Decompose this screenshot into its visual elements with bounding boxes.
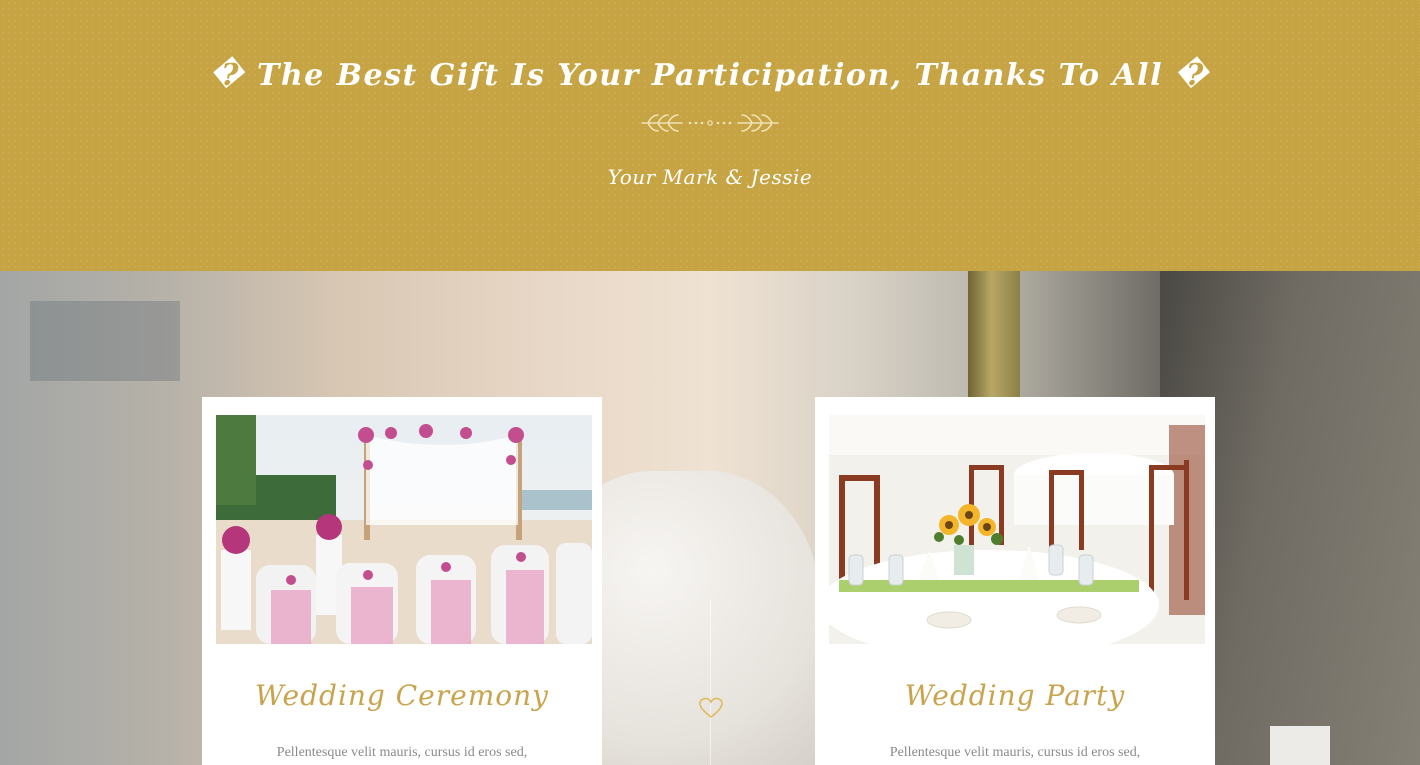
- event-card-party[interactable]: Wedding Party Pellentesque velit mauris,…: [815, 397, 1215, 765]
- event-description: Pellentesque velit mauris, cursus id ero…: [276, 745, 528, 760]
- groom-shirt-cuff: [1270, 726, 1330, 765]
- beach-ceremony-photo: [216, 415, 592, 644]
- laurel-divider-icon: [641, 114, 779, 132]
- banner-title: � The Best Gift Is Your Participation, T…: [210, 58, 1210, 93]
- timeline-line: [710, 600, 711, 765]
- reception-tables-photo: [829, 415, 1205, 644]
- background-window: [30, 301, 180, 381]
- event-title: Wedding Ceremony: [255, 679, 549, 712]
- banner-signature: Your Mark & Jessie: [607, 165, 813, 189]
- page: � The Best Gift Is Your Participation, T…: [0, 0, 1420, 765]
- event-card-ceremony[interactable]: Wedding Ceremony Pellentesque velit maur…: [202, 397, 602, 765]
- event-title: Wedding Party: [904, 679, 1126, 712]
- event-description: Pellentesque velit mauris, cursus id ero…: [889, 745, 1141, 760]
- heart-icon: [699, 697, 723, 719]
- thanks-banner: � The Best Gift Is Your Participation, T…: [0, 0, 1420, 271]
